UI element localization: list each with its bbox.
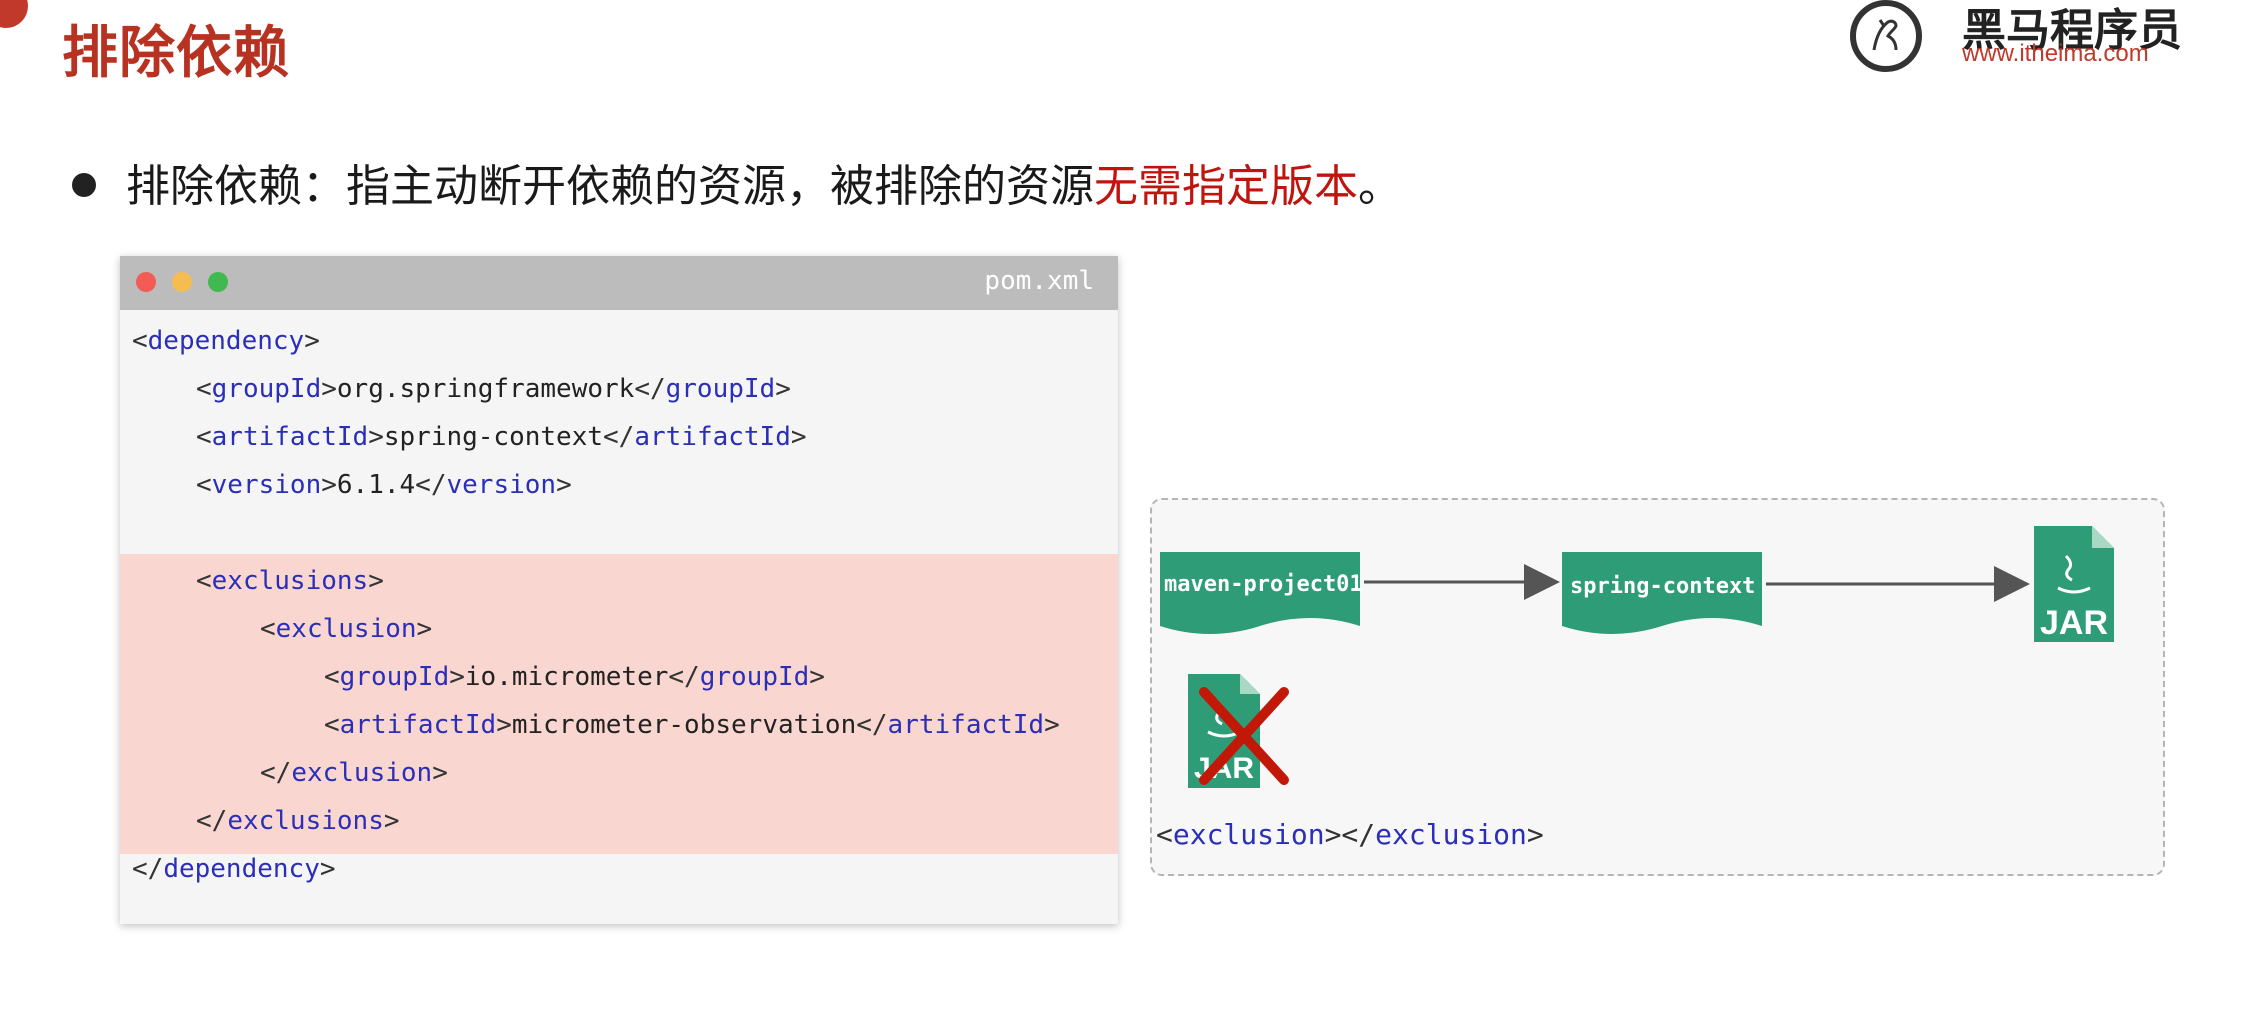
bracket: </ xyxy=(196,806,228,836)
code-line: <dependency> xyxy=(132,326,320,356)
close-tag: version xyxy=(446,470,557,500)
bracket: > xyxy=(321,374,337,404)
code-line: </exclusions> xyxy=(196,806,400,836)
bracket: </ xyxy=(856,710,888,740)
code-line: </exclusion> xyxy=(260,758,448,788)
bracket: < xyxy=(196,422,212,452)
file-name: pom.xml xyxy=(984,266,1094,296)
bracket: > xyxy=(368,566,384,596)
bracket: > xyxy=(319,854,336,884)
tag-value: 6.1.4 xyxy=(336,470,416,500)
corner-decoration xyxy=(0,0,28,28)
dependency-diagram: JAR JAR maven-project01 spring-context <… xyxy=(1150,498,2165,876)
bracket: > xyxy=(449,662,465,692)
bracket: < xyxy=(260,614,276,644)
bracket: < xyxy=(196,470,212,500)
bracket: </ xyxy=(260,758,292,788)
bullet-point: 排除依赖：指主动断开依赖的资源，被排除的资源无需指定版本。 xyxy=(72,150,1402,214)
bracket: > xyxy=(304,326,320,356)
code-window-titlebar: pom.xml xyxy=(120,256,1118,310)
close-tag: groupId xyxy=(665,374,776,404)
bullet-end: 。 xyxy=(1358,161,1402,212)
exclusion-label: <exclusion></exclusion> xyxy=(1156,818,1544,851)
bullet-highlight: 无需指定版本 xyxy=(1094,161,1358,212)
page-title: 排除依赖 xyxy=(62,21,290,86)
close-tag: exclusions xyxy=(227,806,384,836)
close-tag: artifactId xyxy=(634,422,791,452)
code-line: <groupId>io.micrometer</groupId> xyxy=(324,662,825,692)
code-window: pom.xml <dependency> <groupId>org.springf… xyxy=(120,256,1118,924)
bracket: </ xyxy=(415,470,447,500)
open-tag: groupId xyxy=(339,662,450,692)
bracket: > xyxy=(416,614,433,644)
bullet-text: 排除依赖：指主动断开依赖的资源，被排除的资源 xyxy=(126,161,1094,212)
bracket: > xyxy=(383,806,400,836)
bracket: </ xyxy=(634,374,666,404)
bracket: > xyxy=(368,422,384,452)
bracket: > xyxy=(321,470,337,500)
close-tag: exclusion xyxy=(291,758,433,788)
bullet-dot-icon xyxy=(72,173,96,197)
tag-value: spring-context xyxy=(383,422,604,452)
bracket: </ xyxy=(603,422,635,452)
bracket: > xyxy=(556,470,572,500)
bracket: > xyxy=(1044,710,1060,740)
open-tag: version xyxy=(211,470,322,500)
jar-file-icon: JAR xyxy=(2034,526,2114,642)
code-line: <version>6.1.4</version> xyxy=(196,470,572,500)
close-tag: artifactId xyxy=(887,710,1045,740)
open-tag: dependency xyxy=(147,326,305,356)
open-tag: artifactId xyxy=(339,710,497,740)
bracket: < xyxy=(132,326,148,356)
maximize-dot-icon xyxy=(208,272,228,292)
code-line: <exclusion> xyxy=(260,614,432,644)
open-tag: artifactId xyxy=(211,422,369,452)
code-line: </dependency> xyxy=(132,854,336,884)
horse-logo-icon xyxy=(1850,0,1922,72)
tag-value: io.micrometer xyxy=(464,662,669,692)
bracket: < xyxy=(196,566,212,596)
node-spring-context: spring-context xyxy=(1570,574,1756,599)
brand-logo: 黑马程序员 www.itheima.com xyxy=(1850,0,2182,80)
minimize-dot-icon xyxy=(172,272,192,292)
code-line: <artifactId>micrometer-observation</arti… xyxy=(324,710,1060,740)
logo-url: www.itheima.com xyxy=(1962,40,2149,67)
excluded-jar-icon: JAR xyxy=(1188,674,1289,788)
open-tag: exclusion xyxy=(275,614,417,644)
node-maven-project01: maven-project01 xyxy=(1164,572,1363,597)
code-line: <artifactId>spring-context</artifactId> xyxy=(196,422,807,452)
close-dot-icon xyxy=(136,272,156,292)
bracket: > xyxy=(790,422,807,452)
bracket: < xyxy=(196,374,212,404)
bracket: </ xyxy=(132,854,164,884)
jar-label: JAR xyxy=(2040,604,2108,642)
bracket: < xyxy=(324,710,340,740)
bracket: > xyxy=(775,374,791,404)
bracket: > xyxy=(432,758,448,788)
close-tag: dependency xyxy=(163,854,320,884)
close-tag: groupId xyxy=(699,662,810,692)
tag-value: micrometer-observation xyxy=(511,710,857,740)
bracket: > xyxy=(809,662,825,692)
bracket: > xyxy=(496,710,512,740)
open-tag: groupId xyxy=(211,374,322,404)
bracket: < xyxy=(324,662,340,692)
tag-value: org.springframework xyxy=(336,374,635,404)
open-tag: exclusions xyxy=(211,566,369,596)
code-line: <groupId>org.springframework</groupId> xyxy=(196,374,791,404)
code-line: <exclusions> xyxy=(196,566,384,596)
bracket: </ xyxy=(668,662,700,692)
